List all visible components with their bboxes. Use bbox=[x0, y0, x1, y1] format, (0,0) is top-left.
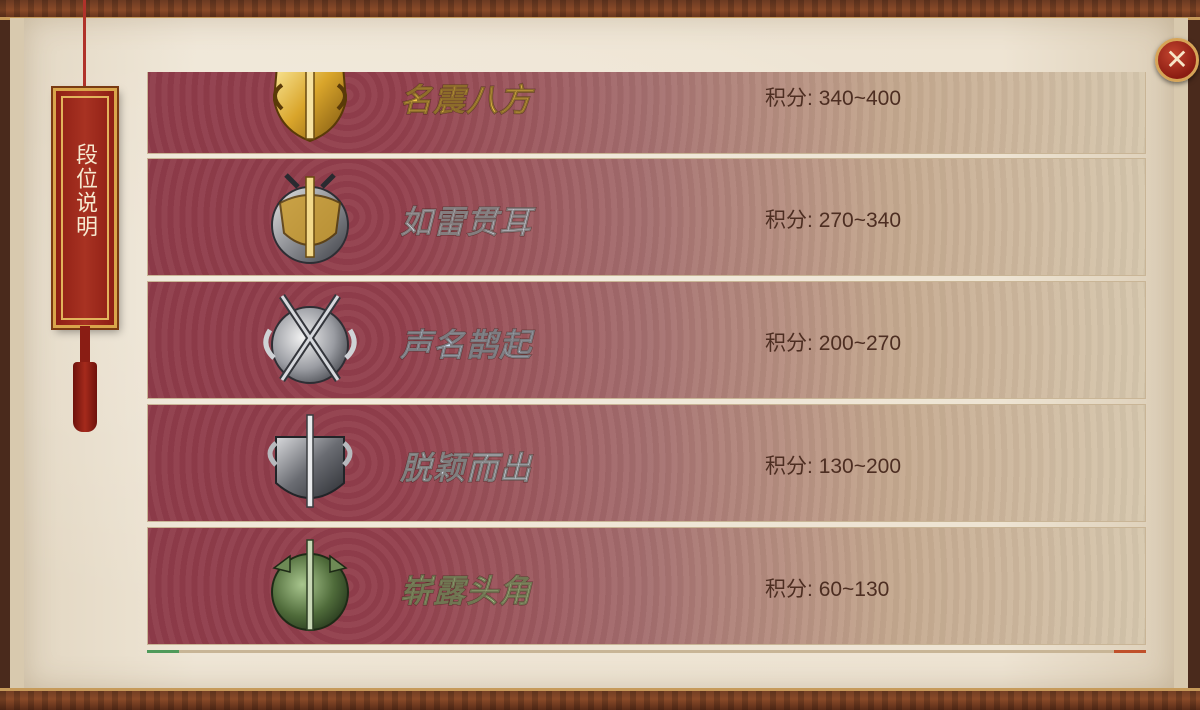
rank-row: 脱颖而出 积分: 130~200 bbox=[147, 404, 1146, 522]
rank-name: 声名鹊起 bbox=[399, 326, 533, 365]
list-scrollbar[interactable] bbox=[147, 650, 1146, 653]
rank-row: 如雷贯耳 积分: 270~340 bbox=[147, 158, 1146, 276]
close-button[interactable]: ✕ bbox=[1155, 38, 1199, 82]
scrollbar-end-marker bbox=[1114, 650, 1146, 653]
rank-score: 积分: 130~200 bbox=[765, 450, 901, 480]
scrollbar-thumb[interactable] bbox=[147, 650, 179, 653]
score-range: 270~340 bbox=[818, 209, 902, 232]
rank-name: 崭露头角 bbox=[399, 572, 533, 611]
rank-row: 名震八方 积分: 340~400 bbox=[147, 72, 1146, 154]
rank-emblem-iron-icon bbox=[267, 414, 353, 508]
rank-score: 积分: 340~400 bbox=[765, 82, 901, 112]
top-ornate-border bbox=[0, 0, 1200, 20]
score-range: 340~400 bbox=[818, 87, 902, 110]
rank-emblem-gold-icon bbox=[272, 72, 348, 143]
rank-name: 名震八方 bbox=[399, 81, 533, 120]
rank-list[interactable]: 名震八方 积分: 340~400 如雷贯耳 积分: 270~340 声名鹊起 积… bbox=[147, 72, 1146, 650]
tassel bbox=[73, 362, 97, 432]
rank-emblem-silver-gold-icon bbox=[271, 173, 349, 264]
rank-score: 积分: 60~130 bbox=[765, 573, 889, 603]
score-label: 积分: bbox=[765, 455, 813, 478]
score-label: 积分: bbox=[765, 578, 813, 601]
rank-row: 崭露头角 积分: 60~130 bbox=[147, 527, 1146, 645]
score-range: 200~270 bbox=[818, 332, 902, 355]
rank-row: 声名鹊起 积分: 200~270 bbox=[147, 281, 1146, 399]
score-range: 60~130 bbox=[818, 578, 890, 601]
bottom-ornate-border bbox=[0, 688, 1200, 710]
rank-score: 积分: 270~340 bbox=[765, 204, 901, 234]
rank-emblem-silver-icon bbox=[263, 294, 357, 384]
panel-title: 段位说明 bbox=[73, 143, 98, 239]
score-label: 积分: bbox=[765, 209, 813, 232]
tassel-knot bbox=[80, 326, 90, 366]
rank-emblem-jade-icon bbox=[271, 539, 349, 631]
score-range: 130~200 bbox=[818, 455, 902, 478]
tag-string bbox=[83, 0, 86, 92]
close-icon: ✕ bbox=[1165, 44, 1189, 75]
rank-name: 如雷贯耳 bbox=[399, 203, 533, 242]
score-label: 积分: bbox=[765, 87, 813, 110]
rank-name: 脱颖而出 bbox=[399, 449, 533, 488]
rank-score: 积分: 200~270 bbox=[765, 327, 901, 357]
score-label: 积分: bbox=[765, 332, 813, 355]
rank-info-tag: 段位说明 bbox=[53, 88, 117, 328]
